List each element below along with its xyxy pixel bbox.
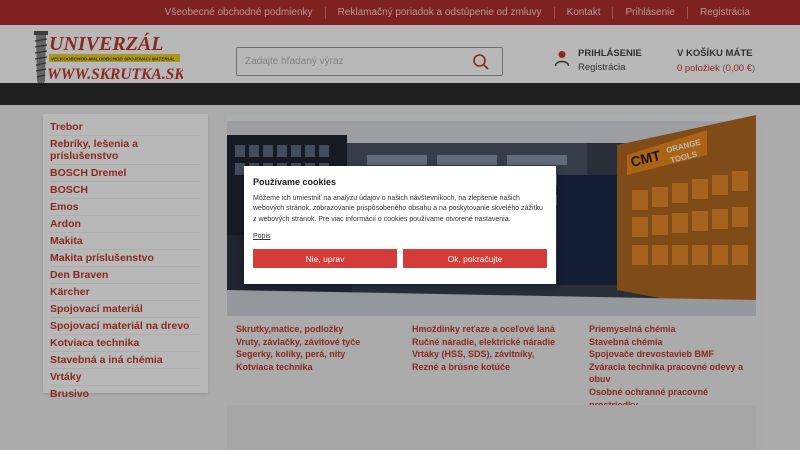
cookie-description-link[interactable]: Popis	[253, 233, 271, 240]
cookie-dialog-buttons: Nie, uprav Ok, pokračujte	[253, 249, 547, 268]
cookie-dialog-text: Môžeme ich umiestniť na analýzu údajov o…	[253, 195, 543, 223]
cookie-decline-button[interactable]: Nie, uprav	[253, 249, 397, 268]
cookie-accept-button[interactable]: Ok, pokračujte	[403, 249, 547, 268]
cookie-dialog-title: Používame cookies	[253, 177, 337, 187]
cookie-consent-dialog: Používame cookies Môžeme ich umiestniť n…	[244, 166, 556, 284]
